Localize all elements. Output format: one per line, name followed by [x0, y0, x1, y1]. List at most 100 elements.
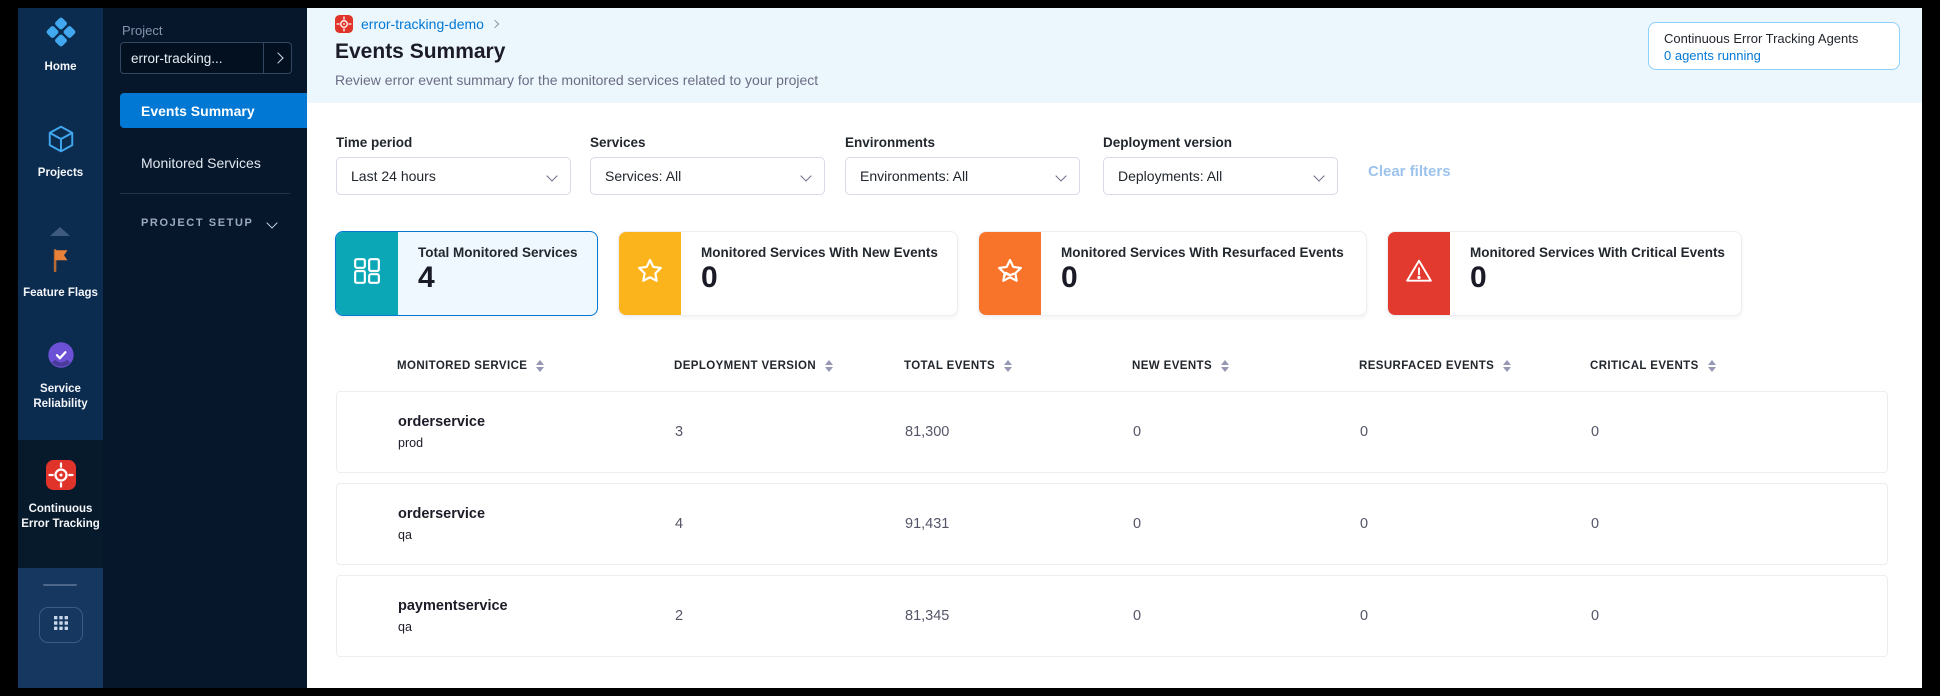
module-item-error-tracking[interactable]: Continuous Error Tracking [18, 460, 103, 532]
sidebar-item-monitored-services[interactable]: Monitored Services [120, 145, 307, 180]
sort-icon [1503, 360, 1511, 372]
warning-triangle-icon [1405, 257, 1433, 290]
resurfaced-events-value: 0 [1360, 608, 1591, 624]
critical-events-value: 0 [1591, 608, 1887, 624]
column-header-new-events[interactable]: NEW EVENTS [1132, 360, 1359, 372]
card-label: Monitored Services With Resurfaced Event… [1061, 245, 1344, 260]
card-value: 0 [1470, 261, 1725, 294]
card-new-events[interactable]: Monitored Services With New Events 0 [618, 231, 958, 316]
card-icon-block [619, 232, 681, 315]
module-item-service-reliability[interactable]: Service Reliability [18, 340, 103, 412]
time-period-dropdown[interactable]: Last 24 hours [336, 157, 571, 195]
new-events-value: 0 [1133, 516, 1360, 532]
module-item-home[interactable]: Home [18, 16, 103, 75]
filter-label-services: Services [590, 135, 646, 150]
critical-events-value: 0 [1591, 424, 1887, 440]
resurfaced-events-value: 0 [1360, 424, 1591, 440]
error-tracking-icon [46, 460, 76, 495]
events-summary-table: MONITORED SERVICE DEPLOYMENT VERSION TOT… [336, 351, 1888, 657]
module-item-projects[interactable]: Projects [18, 124, 103, 181]
card-icon-block [1388, 232, 1450, 315]
chevron-down-icon [800, 170, 811, 181]
card-resurfaced-events[interactable]: Monitored Services With Resurfaced Event… [978, 231, 1367, 316]
star-icon [636, 257, 664, 290]
critical-events-value: 0 [1591, 516, 1887, 532]
total-events-value: 81,345 [905, 608, 1133, 624]
module-item-label: Home [42, 60, 80, 75]
sort-icon [825, 360, 833, 372]
module-item-feature-flags[interactable]: Feature Flags [18, 246, 103, 301]
service-name: orderservice [398, 414, 675, 430]
card-critical-events[interactable]: Monitored Services With Critical Events … [1387, 231, 1742, 316]
star-resurfaced-icon [996, 257, 1024, 290]
module-item-label: Projects [35, 166, 86, 181]
agents-status-box: Continuous Error Tracking Agents 0 agent… [1648, 22, 1900, 70]
agents-running-link[interactable]: 0 agents running [1664, 47, 1899, 64]
error-tracking-icon [335, 15, 353, 33]
sort-icon [536, 360, 544, 372]
project-section-label: Project [122, 23, 162, 38]
chevron-up-icon[interactable] [50, 227, 70, 236]
card-label: Monitored Services With Critical Events [1470, 245, 1725, 260]
agents-box-title: Continuous Error Tracking Agents [1664, 30, 1899, 47]
column-header-label: CRITICAL EVENTS [1590, 360, 1699, 372]
module-item-label: Feature Flags [20, 286, 101, 301]
card-total-monitored-services[interactable]: Total Monitored Services 4 [335, 231, 598, 316]
column-header-monitored-service[interactable]: MONITORED SERVICE [336, 360, 674, 372]
table-header-row: MONITORED SERVICE DEPLOYMENT VERSION TOT… [336, 351, 1888, 381]
module-sidebar: Home Projects Feature Flags Service Reli… [18, 8, 103, 688]
card-icon-block [336, 232, 398, 315]
new-events-value: 0 [1133, 424, 1360, 440]
breadcrumb-project-link[interactable]: error-tracking-demo [361, 16, 484, 32]
main-content: error-tracking-demo Events Summary Revie… [307, 8, 1922, 688]
chevron-down-icon [546, 170, 557, 181]
service-name: paymentservice [398, 598, 675, 614]
deployment-version-value: 4 [675, 516, 905, 532]
chevron-right-icon [272, 52, 283, 63]
project-sidebar: Project error-tracking... Events Summary… [103, 8, 307, 688]
column-header-critical-events[interactable]: CRITICAL EVENTS [1590, 360, 1888, 372]
table-row[interactable]: orderservice prod 3 81,300 0 0 0 [336, 391, 1888, 473]
dropdown-value: Last 24 hours [351, 168, 548, 184]
page-subtitle: Review error event summary for the monit… [335, 72, 818, 88]
feature-flags-icon [47, 246, 75, 279]
dropdown-value: Environments: All [860, 168, 1057, 184]
chevron-right-icon [491, 20, 499, 28]
project-selector[interactable]: error-tracking... [120, 42, 292, 74]
environments-dropdown[interactable]: Environments: All [845, 157, 1080, 195]
deployments-dropdown[interactable]: Deployments: All [1103, 157, 1338, 195]
chevron-down-icon [266, 217, 277, 228]
sidebar-item-events-summary[interactable]: Events Summary [120, 93, 307, 128]
column-header-resurfaced-events[interactable]: RESURFACED EVENTS [1359, 360, 1590, 372]
column-header-label: NEW EVENTS [1132, 360, 1212, 372]
project-selector-expand-button[interactable] [263, 43, 291, 73]
dropdown-value: Services: All [605, 168, 802, 184]
all-modules-button[interactable] [39, 607, 83, 643]
nav-item-label: Monitored Services [141, 155, 261, 171]
page-title: Events Summary [335, 40, 505, 64]
column-header-label: RESURFACED EVENTS [1359, 360, 1494, 372]
environment-name: qa [398, 620, 675, 634]
sidebar-divider [120, 193, 290, 194]
projects-cube-icon [46, 124, 76, 159]
home-icon [45, 16, 77, 53]
clear-filters-button[interactable]: Clear filters [1368, 163, 1451, 180]
total-events-value: 81,300 [905, 424, 1133, 440]
column-header-deployment-version[interactable]: DEPLOYMENT VERSION [674, 360, 904, 372]
chevron-down-icon [1055, 170, 1066, 181]
card-value: 4 [418, 261, 578, 294]
service-reliability-icon [46, 340, 76, 375]
environment-name: prod [398, 436, 675, 450]
total-events-value: 91,431 [905, 516, 1133, 532]
project-setup-toggle[interactable]: PROJECT SETUP [141, 217, 276, 229]
column-header-total-events[interactable]: TOTAL EVENTS [904, 360, 1132, 372]
page-header: error-tracking-demo Events Summary Revie… [307, 8, 1922, 103]
module-item-label: Continuous Error Tracking [18, 502, 103, 532]
deployment-version-value: 3 [675, 424, 905, 440]
table-row[interactable]: orderservice qa 4 91,431 0 0 0 [336, 483, 1888, 565]
table-row[interactable]: paymentservice qa 2 81,345 0 0 0 [336, 575, 1888, 657]
services-dropdown[interactable]: Services: All [590, 157, 825, 195]
card-value: 0 [1061, 261, 1344, 294]
column-header-label: MONITORED SERVICE [397, 360, 527, 372]
filter-label-environments: Environments [845, 135, 935, 150]
